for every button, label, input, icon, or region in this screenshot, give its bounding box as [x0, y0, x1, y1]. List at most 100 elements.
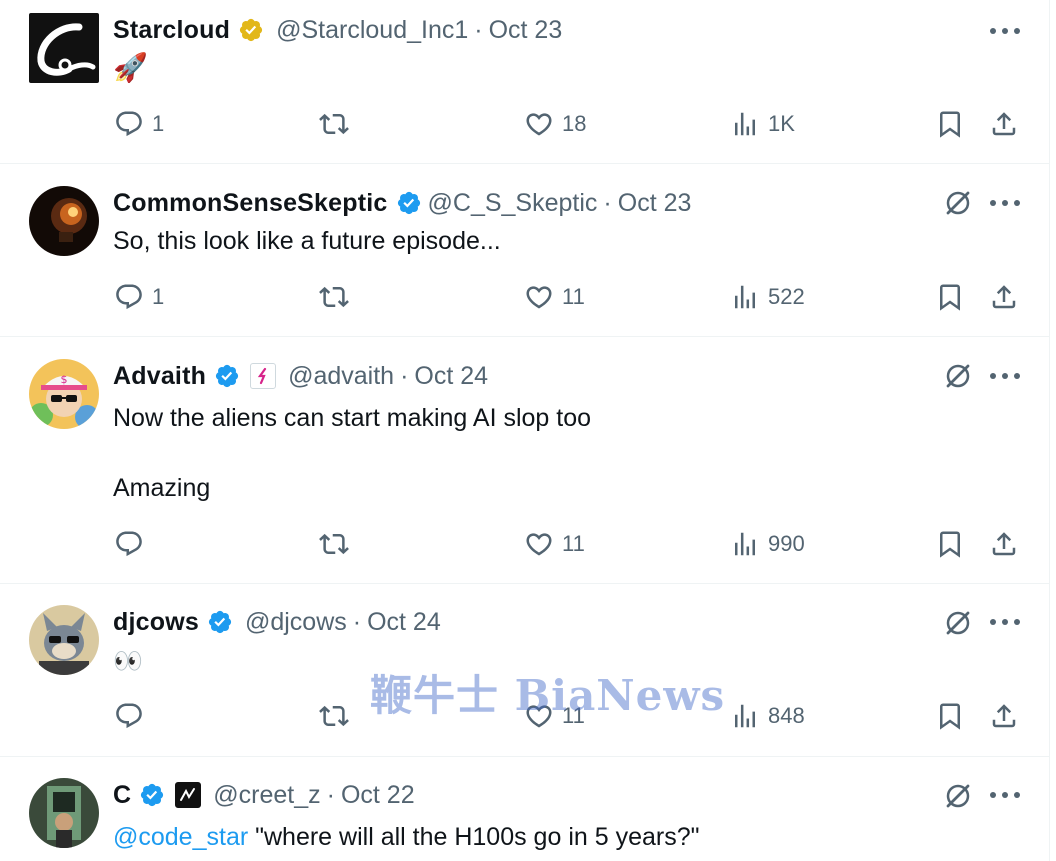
tweet-date[interactable]: Oct 22: [341, 781, 415, 810]
share-icon[interactable]: [989, 282, 1019, 312]
blue-verified-icon[interactable]: [214, 363, 240, 389]
like-button[interactable]: 11: [524, 282, 585, 312]
views-chart-icon: [730, 701, 760, 731]
blue-verified-icon[interactable]: [396, 190, 422, 216]
retweet-icon: [319, 701, 349, 731]
like-button[interactable]: 18: [524, 109, 586, 139]
retweet-icon: [319, 109, 349, 139]
display-name[interactable]: Advaith: [113, 362, 206, 391]
tweet-commonsenseskeptic[interactable]: CommonSenseSkeptic @C_S_Skeptic · Oct 23…: [0, 164, 1049, 337]
blue-verified-icon[interactable]: [139, 782, 165, 808]
display-name[interactable]: CommonSenseSkeptic: [113, 189, 388, 218]
tweet-creet-z[interactable]: C @creet_z · Oct 22 @code_star "where wi…: [0, 757, 1049, 861]
tweet-text-content: "where will all the H100s go in 5 years?…: [248, 823, 700, 851]
mention-link[interactable]: @code_star: [113, 823, 248, 851]
tweet-djcows[interactable]: djcows @djcows · Oct 24 👀 11 848: [0, 584, 1049, 757]
photo-avatar-icon: [29, 778, 99, 848]
avatar[interactable]: [29, 778, 99, 848]
user-handle[interactable]: @advaith: [288, 362, 394, 391]
bookmark-icon[interactable]: [935, 109, 965, 139]
retweet-button[interactable]: [319, 529, 349, 559]
reply-icon: [114, 282, 144, 312]
like-button[interactable]: 11: [524, 529, 585, 559]
grok-icon[interactable]: [943, 361, 973, 391]
user-handle[interactable]: @C_S_Skeptic: [428, 189, 598, 218]
display-name[interactable]: C: [113, 781, 131, 810]
separator-dot: ·: [400, 361, 409, 390]
avatar[interactable]: $: [29, 359, 99, 429]
reply-button[interactable]: [114, 529, 144, 559]
reply-icon: [114, 529, 144, 559]
tweet-date[interactable]: Oct 23: [618, 189, 692, 218]
tweet-text: 🚀: [113, 52, 148, 83]
tweet-date[interactable]: Oct 24: [367, 608, 441, 637]
share-icon[interactable]: [989, 529, 1019, 559]
grok-icon[interactable]: [943, 781, 973, 811]
reply-button[interactable]: 1: [114, 282, 164, 312]
like-button[interactable]: 11: [524, 701, 585, 731]
separator-dot: ·: [352, 607, 362, 636]
reply-icon: [114, 109, 144, 139]
views-button[interactable]: 848: [730, 701, 805, 731]
views-button[interactable]: 990: [730, 529, 805, 559]
heart-icon: [524, 282, 554, 312]
views-button[interactable]: 1K: [730, 109, 795, 139]
separator-dot: ·: [474, 15, 483, 44]
views-chart-icon: [730, 282, 760, 312]
views-chart-icon: [730, 109, 760, 139]
grok-icon[interactable]: [943, 608, 973, 638]
more-options-icon[interactable]: [990, 616, 1020, 628]
more-options-icon[interactable]: [990, 197, 1020, 209]
separator-dot: ·: [603, 188, 612, 217]
bookmark-icon[interactable]: [935, 701, 965, 731]
tweet-advaith[interactable]: $ Advaith @advaith · Oct 24 Now the alie…: [0, 337, 1049, 584]
more-options-icon[interactable]: [990, 370, 1020, 382]
reply-button[interactable]: [114, 701, 144, 731]
lightbulb-photo-icon: [29, 186, 99, 256]
retweet-button[interactable]: [319, 109, 349, 139]
reply-count: 1: [152, 284, 165, 309]
tweet-date[interactable]: Oct 24: [414, 362, 488, 391]
retweet-icon: [319, 282, 349, 312]
user-handle[interactable]: @creet_z: [213, 781, 320, 810]
tweet-date[interactable]: Oct 23: [489, 16, 563, 45]
retweet-button[interactable]: [319, 282, 349, 312]
avatar[interactable]: [29, 13, 99, 83]
more-options-icon[interactable]: [990, 25, 1020, 37]
share-icon[interactable]: [989, 701, 1019, 731]
reply-count: 1: [152, 111, 165, 136]
grok-icon[interactable]: [943, 188, 973, 218]
retweet-button[interactable]: [319, 701, 349, 731]
bookmark-icon[interactable]: [935, 282, 965, 312]
bookmark-icon[interactable]: [935, 529, 965, 559]
tweet-text: So, this look like a future episode...: [113, 227, 501, 255]
avatar[interactable]: [29, 186, 99, 256]
share-icon[interactable]: [989, 109, 1019, 139]
affiliate-badge-icon[interactable]: [175, 782, 202, 808]
blue-verified-icon[interactable]: [207, 609, 233, 635]
user-handle[interactable]: @djcows: [245, 608, 347, 637]
starcloud-logo-icon: [29, 13, 99, 83]
views-count: 848: [768, 703, 805, 728]
display-name[interactable]: djcows: [113, 608, 199, 637]
tweet-starcloud[interactable]: Starcloud @Starcloud_Inc1 · Oct 23 🚀 1 1…: [0, 0, 1049, 164]
like-count: 18: [562, 111, 587, 136]
tweet-text: Now the aliens can start making AI slop …: [113, 404, 592, 502]
display-name[interactable]: Starcloud: [113, 16, 230, 45]
cartoon-avatar-icon: $: [29, 359, 99, 429]
cartoon-cat-avatar-icon: [29, 605, 99, 675]
affiliate-badge-icon[interactable]: [250, 363, 277, 389]
views-button[interactable]: 522: [730, 282, 805, 312]
more-options-icon[interactable]: [990, 789, 1020, 801]
heart-icon: [524, 701, 554, 731]
gold-verified-icon[interactable]: [238, 17, 264, 43]
avatar[interactable]: [29, 605, 99, 675]
reply-button[interactable]: 1: [114, 109, 164, 139]
like-count: 11: [562, 531, 585, 556]
separator-dot: ·: [326, 780, 335, 809]
tweet-text: 👀: [113, 648, 143, 675]
heart-icon: [524, 529, 554, 559]
svg-text:$: $: [61, 373, 68, 386]
user-handle[interactable]: @Starcloud_Inc1: [276, 16, 468, 45]
tweet-text: @code_star "where will all the H100s go …: [113, 820, 699, 855]
